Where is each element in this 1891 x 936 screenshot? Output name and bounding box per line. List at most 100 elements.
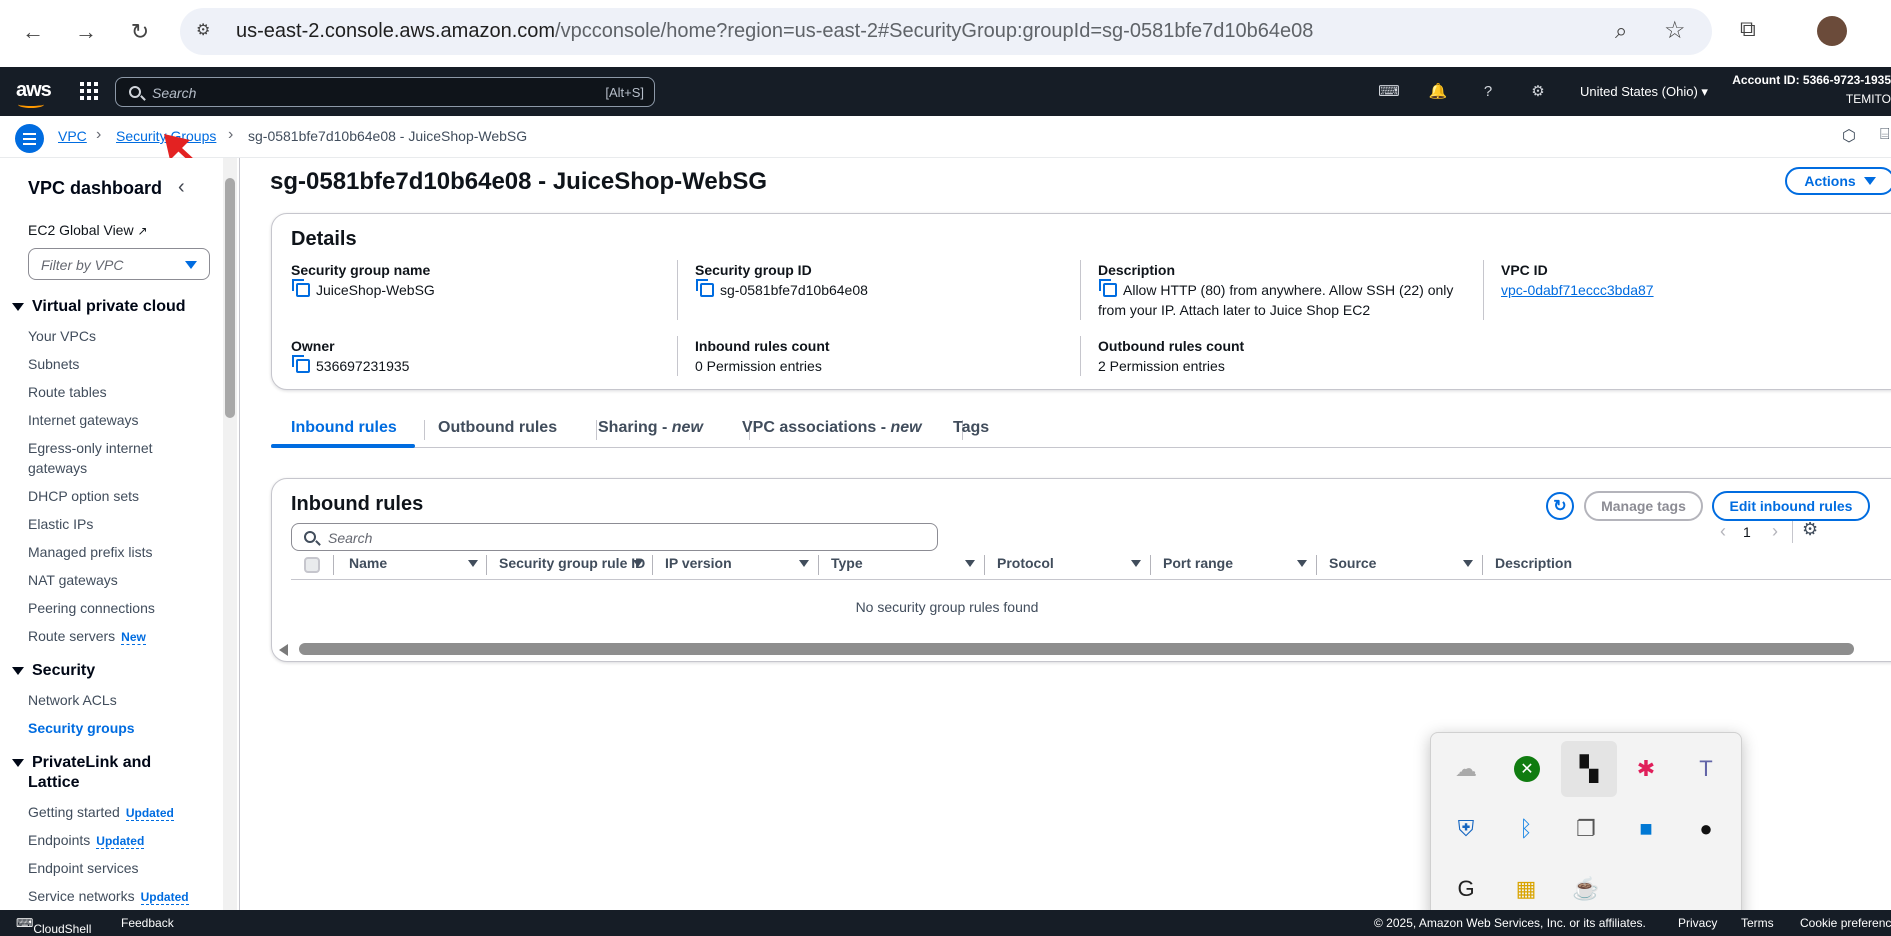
prev-page-icon[interactable]: ‹ [1720,521,1726,542]
slack-icon[interactable]: ✱ [1622,745,1670,793]
grammarly-icon[interactable]: G [1442,865,1490,913]
sidenav-item-getting-started[interactable]: Getting started Updated [28,804,174,821]
defender-shield-icon[interactable]: ⛨ [1442,805,1490,853]
bookmark-star-icon[interactable]: ☆ [1664,16,1686,45]
tab-sharing[interactable]: Sharing - new [598,419,703,437]
manage-tags-button[interactable]: Manage tags [1584,491,1703,521]
sidenav-item-subnets[interactable]: Subnets [28,356,79,372]
tab-vpc-associations[interactable]: VPC associations - new [742,419,922,437]
image-app-icon[interactable]: ▦ [1502,865,1550,913]
sidenav-item-route-servers[interactable]: Route servers New [28,628,146,645]
col-header-protocol[interactable]: Protocol [997,555,1054,571]
edit-inbound-rules-button[interactable]: Edit inbound rules [1712,491,1870,521]
section-virtual-private-cloud[interactable]: Virtual private cloud [12,298,186,316]
filter-by-vpc-select[interactable]: Filter by VPC [28,248,210,280]
feedback-link[interactable]: Feedback [121,916,174,930]
copy-tray-icon[interactable]: ❐ [1562,805,1610,853]
sidenav-item-dhcp[interactable]: DHCP option sets [28,488,139,504]
region-selector[interactable]: United States (Ohio) ▾ [1580,84,1708,100]
sidenav-item-nat-gateways[interactable]: NAT gateways [28,572,118,588]
back-icon[interactable]: ← [17,16,49,48]
cup-icon[interactable]: ☕ [1562,865,1610,913]
col-header-rule-id[interactable]: Security group rule ID [499,555,645,571]
scroll-left-icon[interactable] [279,644,288,656]
tab-inbound-rules[interactable]: Inbound rules [291,419,397,437]
zoom-icon[interactable]: ⌕ [1615,18,1627,44]
col-header-type[interactable]: Type [831,555,863,571]
vpc-id-link[interactable]: vpc-0dabf71eccc3bda87 [1501,280,1654,300]
window-tray-icon[interactable]: ■ [1622,805,1670,853]
account-menu[interactable]: Account ID: 5366-9723-1935 TEMITO [1732,73,1891,106]
select-all-checkbox[interactable] [304,557,320,573]
global-search-input[interactable]: Search [Alt+S] [115,77,655,107]
sidenav-item-your-vpcs[interactable]: Your VPCs [28,328,96,344]
sidenav-item-endpoints[interactable]: Endpoints Updated [28,832,145,849]
sidenav-item-egress-only-cont[interactable]: gateways [28,460,87,476]
terms-link[interactable]: Terms [1741,916,1774,930]
xbox-icon[interactable]: ✕ [1514,756,1540,782]
sidenav-item-endpoint-services[interactable]: Endpoint services [28,860,139,876]
copy-icon[interactable] [292,279,310,297]
bluetooth-icon[interactable]: ᛒ [1502,805,1550,853]
aws-logo[interactable]: aws [16,79,52,108]
table-settings-gear-icon[interactable]: ⚙ [1802,519,1818,540]
privacy-link[interactable]: Privacy [1678,916,1717,930]
hamburger-menu-icon[interactable] [15,124,44,153]
col-header-name[interactable]: Name [349,555,387,571]
app-badge-icon[interactable]: ● [1682,805,1730,853]
sidenav-item-service-networks[interactable]: Service networks Updated [28,888,189,905]
sidenav-item-egress-only[interactable]: Egress-only internet [28,440,153,456]
settings-gear-icon[interactable]: ⚙ [1526,79,1550,103]
rules-search-input[interactable]: Search [291,523,938,551]
sort-caret-icon[interactable] [1131,560,1141,567]
sidenav-item-peering[interactable]: Peering connections [28,600,155,616]
table-horizontal-scrollbar[interactable] [299,643,1854,655]
page-number[interactable]: 1 [1743,524,1751,540]
tab-outbound-rules[interactable]: Outbound rules [438,419,557,437]
sidenav-item-security-groups[interactable]: Security groups [28,720,135,736]
sort-caret-icon[interactable] [1297,560,1307,567]
sort-caret-icon[interactable] [633,560,643,567]
notes-icon[interactable]: ⌸ [1880,126,1890,144]
onedrive-cloud-icon[interactable]: ☁ [1442,745,1490,793]
forward-icon[interactable]: → [70,16,102,48]
col-header-ip-version[interactable]: IP version [665,555,732,571]
help-icon[interactable]: ? [1476,79,1500,103]
sidenav-item-network-acls[interactable]: Network ACLs [28,692,117,708]
sort-caret-icon[interactable] [468,560,478,567]
copy-icon[interactable] [292,355,310,373]
site-info-icon[interactable]: ⚙ [196,20,216,40]
copy-icon[interactable] [696,279,714,297]
sort-caret-icon[interactable] [1463,560,1473,567]
section-heading-cont[interactable]: Lattice [28,774,80,792]
sort-caret-icon[interactable] [965,560,975,567]
sidenav-item-ec2-global-view[interactable]: EC2 Global View ↗ [28,222,148,238]
breadcrumb-vpc[interactable]: VPC [58,128,87,144]
extensions-icon[interactable]: ⧉ [1740,16,1756,42]
sidenav-item-elastic-ips[interactable]: Elastic IPs [28,516,93,532]
teams-icon[interactable]: T [1682,745,1730,793]
cloudshell-footer-button[interactable]: ⌨ CloudShell [16,916,91,936]
cloudshell-icon[interactable]: ⌨ [1377,79,1401,103]
copy-icon[interactable] [1099,279,1117,297]
next-page-icon[interactable]: › [1772,521,1778,542]
sidenav-item-prefix-lists[interactable]: Managed prefix lists [28,544,153,560]
refresh-icon[interactable]: ↻ [1546,492,1574,520]
tab-tags[interactable]: Tags [953,419,989,437]
sidenav-scroll-thumb[interactable] [225,178,235,418]
url-text[interactable]: us-east-2.console.aws.amazon.com/vpccons… [236,20,1313,43]
services-menu-icon[interactable] [80,82,98,100]
section-privatelink[interactable]: PrivateLink and [12,754,151,772]
cookie-preferences-link[interactable]: Cookie preferences [1800,916,1891,930]
sidenav-item-route-tables[interactable]: Route tables [28,384,107,400]
avatar[interactable] [1817,16,1847,46]
section-security[interactable]: Security [12,662,95,680]
notifications-bell-icon[interactable]: 🔔 [1426,79,1450,103]
reload-icon[interactable]: ↻ [124,16,156,48]
sidenav-item-internet-gateways[interactable]: Internet gateways [28,412,139,428]
col-header-port-range[interactable]: Port range [1163,555,1233,571]
col-header-description[interactable]: Description [1495,555,1572,571]
actions-button[interactable]: Actions [1785,167,1891,195]
sidenav-title[interactable]: VPC dashboard [28,178,162,199]
col-header-source[interactable]: Source [1329,555,1376,571]
